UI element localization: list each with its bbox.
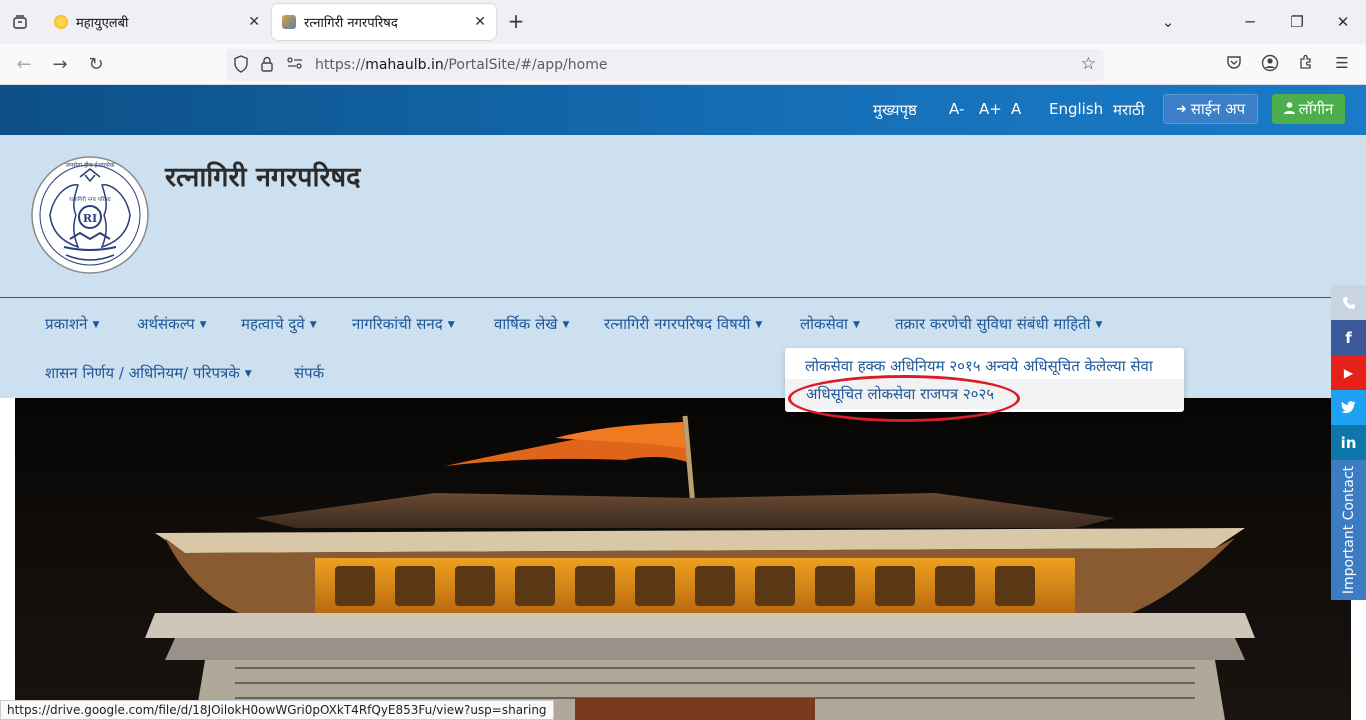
extensions-icon[interactable] [1295,54,1317,76]
menu-citizen-charter[interactable]: नागरिकांची सनद ▼ [352,314,455,334]
close-icon[interactable]: ✕ [474,14,486,30]
dropdown-item-rights-act[interactable]: लोकसेवा हक्क अधिनियम २०१५ अन्वये अधिसूचि… [805,356,1153,376]
caret-down-icon: ▼ [1095,319,1103,330]
caret-down-icon: ▼ [199,319,207,330]
caret-down-icon: ▼ [244,368,252,379]
menu-annual-accounts[interactable]: वार्षिक लेखे ▼ [494,314,569,334]
shield-icon[interactable] [233,55,249,77]
menu-label: महत्वाचे दुवे [241,315,305,333]
menu-important-links[interactable]: महत्वाचे दुवे ▼ [241,314,317,334]
pocket-icon[interactable] [1223,54,1245,76]
signup-label: साईन अप [1190,100,1246,118]
caret-down-icon: ▼ [92,319,100,330]
menu-icon[interactable]: ☰ [1331,54,1353,76]
close-icon[interactable]: ✕ [248,14,260,30]
marathi-link[interactable]: मराठी [1113,100,1145,120]
menu-govt-resolutions[interactable]: शासन निर्णय / अधिनियम/ परिपत्रके ▼ [45,363,252,383]
menu-label: अर्थसंकल्प [137,315,195,333]
menu-publications[interactable]: प्रकाशने ▼ [45,314,99,334]
menu-public-service[interactable]: लोकसेवा ▼ [800,314,860,334]
url-path: /PortalSite/#/app/home [443,57,608,73]
browser-tab-bar: महायुएलबी ✕ रत्नागिरी नगरपरिषद ✕ + ⌄ ─ ❐… [0,0,1366,44]
chevron-down-icon[interactable]: ⌄ [1148,8,1188,36]
building-illustration [15,398,1351,720]
tab-title: रत्नागिरी नगरपरिषद [304,16,398,31]
menu-budget[interactable]: अर्थसंकल्प ▼ [137,314,207,334]
login-label: लॉगीन [1298,100,1334,118]
ratnagiri-logo: RI जनसेवा हीच ईश्वरसेवा रत्नागिरी नगर पर… [31,156,149,274]
account-icon[interactable] [1259,54,1281,76]
site-title: रत्नागिरी नगरपरिषद [165,162,361,193]
mahaulb-favicon-icon [54,15,68,29]
tab-title: महायुएलबी [76,16,129,31]
window-close-icon[interactable]: ✕ [1323,8,1363,36]
logo-mark: RI [83,212,97,225]
permissions-icon[interactable] [286,55,304,75]
youtube-icon[interactable]: ▶ [1331,355,1366,390]
tab-ratnagiri[interactable]: रत्नागिरी नगरपरिषद ✕ [272,4,496,40]
back-icon[interactable]: ← [10,52,38,78]
logo-text: रत्नागिरी नगर परिषद [69,196,110,203]
site-top-strip: मुख्यपृष्ठ A- A+ A English मराठी ➜ साईन … [0,85,1366,135]
logo-motto: जनसेवा हीच ईश्वरसेवा [65,161,115,169]
site-header: RI जनसेवा हीच ईश्वरसेवा रत्नागिरी नगर पर… [0,135,1366,297]
font-increase-link[interactable]: A+ [979,100,1002,118]
url-text: https://mahaulb.in/PortalSite/#/app/home [315,57,607,73]
restore-icon[interactable]: ❐ [1277,8,1317,36]
tab-mahaulb[interactable]: महायुएलबी ✕ [44,4,270,40]
important-contact-tab[interactable]: Important Contact [1331,460,1366,600]
font-normal-link[interactable]: A [1011,100,1021,118]
font-decrease-link[interactable]: A- [949,100,964,118]
menu-label: नागरिकांची सनद [352,315,443,333]
phone-icon[interactable] [1331,285,1366,320]
reload-icon[interactable]: ↻ [82,52,110,78]
user-icon [1283,100,1295,118]
caret-down-icon: ▼ [755,319,763,330]
status-bar-url: https://drive.google.com/file/d/18JOilok… [0,700,554,720]
highlight-annotation [788,375,1020,422]
signup-button[interactable]: ➜ साईन अप [1163,94,1258,124]
menu-label: शासन निर्णय / अधिनियम/ परिपत्रके [45,364,240,382]
sign-in-icon: ➜ [1175,101,1187,117]
menu-label: तक्रार करणेची सुविधा संबंधी माहिती [895,315,1091,333]
browser-nav-bar: ← → ↻ https://mahaulb.in/PortalSite/#/ap… [0,44,1366,85]
lock-icon[interactable] [260,55,274,77]
ratnagiri-favicon-icon [282,15,296,29]
english-link[interactable]: English [1049,100,1103,118]
menu-complaint-info[interactable]: तक्रार करणेची सुविधा संबंधी माहिती ▼ [895,314,1102,334]
menu-label: लोकसेवा [800,315,848,333]
new-tab-icon[interactable]: + [504,10,528,34]
linkedin-icon[interactable]: in [1331,425,1366,460]
caret-down-icon: ▼ [447,319,455,330]
hero-image [15,398,1351,720]
menu-about[interactable]: रत्नागिरी नगरपरिषद विषयी ▼ [604,314,762,334]
minimize-icon[interactable]: ─ [1230,8,1270,36]
url-bar[interactable]: https://mahaulb.in/PortalSite/#/app/home… [226,49,1104,81]
important-contact-label: Important Contact [1340,465,1357,595]
tab-list-icon[interactable] [8,10,32,34]
caret-down-icon: ▼ [852,319,860,330]
menu-label: प्रकाशने [45,315,88,333]
url-host: mahaulb.in [365,57,444,73]
menu-label: वार्षिक लेखे [494,315,558,333]
bookmark-star-icon[interactable]: ☆ [1081,54,1096,74]
twitter-icon[interactable] [1331,390,1366,425]
forward-icon[interactable]: → [46,52,74,78]
home-link[interactable]: मुख्यपृष्ठ [873,100,917,120]
facebook-icon[interactable]: f [1331,320,1366,355]
login-button[interactable]: लॉगीन [1272,94,1345,124]
url-prefix: https:// [315,57,366,73]
caret-down-icon: ▼ [309,319,317,330]
menu-contact[interactable]: संपर्क [294,363,324,383]
caret-down-icon: ▼ [562,319,570,330]
menu-label: रत्नागिरी नगरपरिषद विषयी [604,315,751,333]
